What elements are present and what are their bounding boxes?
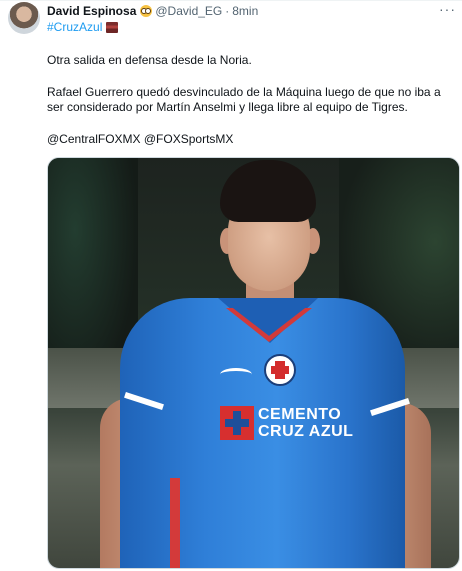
jersey-sponsor: CEMENTO CRUZ AZUL xyxy=(220,406,353,440)
sponsor-cross-icon xyxy=(220,406,254,440)
author-handle[interactable]: @David_EG xyxy=(155,4,222,18)
tweet-text-paragraph: Rafael Guerrero quedó desvinculado de la… xyxy=(47,85,441,114)
tweet-card[interactable]: David Espinosa @David_EG · 8min ··· #Cru… xyxy=(0,0,462,571)
separator-dot: · xyxy=(225,4,230,18)
avatar[interactable] xyxy=(8,2,40,34)
more-icon[interactable]: ··· xyxy=(439,2,456,16)
author-display-name[interactable]: David Espinosa xyxy=(47,4,136,18)
tweet-header: David Espinosa @David_EG · 8min xyxy=(47,3,258,19)
jersey-side-stripe xyxy=(170,478,180,568)
nerd-face-emoji-icon xyxy=(140,5,153,17)
tweet-photo[interactable]: CEMENTO CRUZ AZUL xyxy=(47,157,460,569)
club-crest-icon xyxy=(264,354,296,386)
sponsor-line-2: CRUZ AZUL xyxy=(258,423,354,440)
player-hair xyxy=(220,160,316,222)
tweet-timestamp[interactable]: 8min xyxy=(232,4,258,18)
hashtag-line: #CruzAzul xyxy=(47,20,119,34)
mention-links[interactable]: @CentralFOXMX @FOXSportsMX xyxy=(47,132,452,147)
hashtag-link[interactable]: #CruzAzul xyxy=(47,20,102,34)
jersey-brand-logo xyxy=(220,368,252,381)
train-emoji-icon xyxy=(106,21,119,33)
divider xyxy=(0,0,462,1)
tweet-text-line-1: Otra salida en defensa desde la Noria. xyxy=(47,53,252,67)
sponsor-line-1: CEMENTO xyxy=(258,406,342,423)
